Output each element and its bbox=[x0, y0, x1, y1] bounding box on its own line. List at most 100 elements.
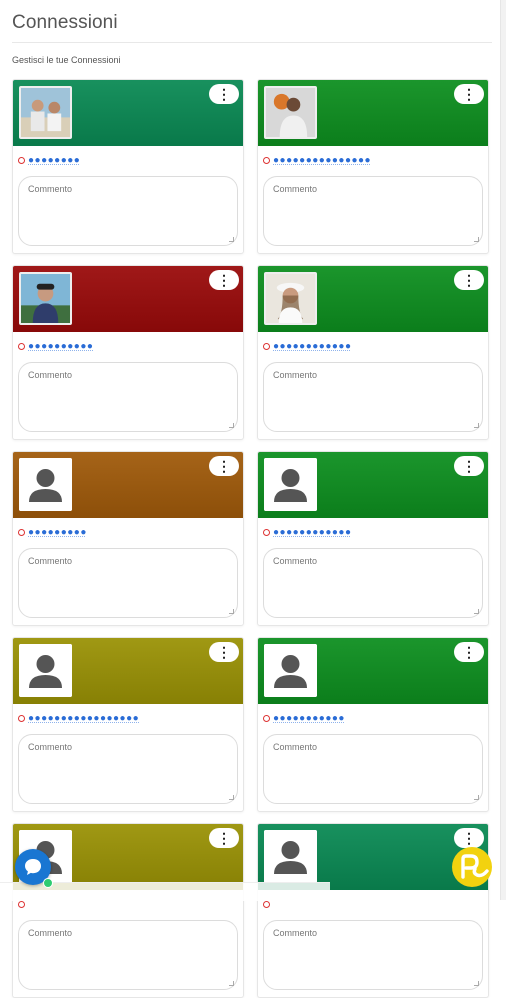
comment-field[interactable]: Commento bbox=[18, 734, 238, 804]
comment-field[interactable]: Commento bbox=[263, 548, 483, 618]
resize-handle-icon[interactable] bbox=[474, 609, 479, 614]
connection-name[interactable]: ●●●●●●●●●●●●●●● bbox=[273, 155, 371, 166]
resize-handle-icon[interactable] bbox=[474, 981, 479, 986]
status-indicator bbox=[18, 714, 25, 722]
more-vertical-icon: ⋮ bbox=[217, 830, 231, 846]
resize-handle-icon[interactable] bbox=[474, 795, 479, 800]
avatar[interactable] bbox=[19, 458, 72, 511]
connection-card: ⋮ ●●●●●●●●●●● Commento bbox=[257, 637, 489, 812]
user-silhouette-icon bbox=[264, 458, 317, 511]
name-row: ●●●●●●●●●●● bbox=[263, 712, 345, 724]
card-menu-button[interactable]: ⋮ bbox=[209, 828, 239, 848]
avatar[interactable] bbox=[264, 458, 317, 511]
avatar[interactable] bbox=[264, 272, 317, 325]
profile-photo bbox=[266, 274, 315, 323]
title-divider bbox=[12, 42, 492, 43]
connection-name[interactable]: ●●●●●●●●●●●● bbox=[273, 527, 351, 538]
page-title: Connessioni bbox=[12, 12, 118, 33]
name-row: ●●●●●●●●● bbox=[18, 526, 87, 538]
connection-name[interactable]: ●●●●●●●● bbox=[28, 155, 80, 166]
name-row: ●●●●●●●●●●●●●●●●● bbox=[18, 712, 139, 724]
comment-field[interactable]: Commento bbox=[18, 176, 238, 246]
card-banner: ⋮ bbox=[258, 638, 488, 704]
comment-field[interactable]: Commento bbox=[263, 734, 483, 804]
connection-name[interactable]: ●●●●●●●●●●●● bbox=[273, 341, 351, 352]
more-vertical-icon: ⋮ bbox=[217, 272, 231, 288]
comment-placeholder: Commento bbox=[28, 556, 73, 566]
user-silhouette-icon bbox=[19, 458, 72, 511]
connection-name[interactable]: ●●●●●●●●● bbox=[28, 527, 87, 538]
card-menu-button[interactable]: ⋮ bbox=[209, 270, 239, 290]
user-silhouette-icon bbox=[264, 830, 317, 883]
chat-bubble-icon bbox=[25, 859, 41, 875]
card-banner: ⋮ bbox=[13, 80, 243, 146]
connection-name[interactable]: ●●●●●●●●●●● bbox=[273, 713, 345, 724]
status-indicator bbox=[263, 900, 270, 908]
resize-handle-icon[interactable] bbox=[229, 795, 234, 800]
connection-card: ⋮ ●●●●●●●●●●●●●●● Commento bbox=[257, 79, 489, 254]
resize-handle-icon[interactable] bbox=[474, 237, 479, 242]
card-banner: ⋮ bbox=[13, 452, 243, 518]
avatar[interactable] bbox=[19, 86, 72, 139]
comment-placeholder: Commento bbox=[273, 556, 318, 566]
name-row: ●●●●●●●●●● bbox=[18, 340, 93, 352]
page-subtitle: Gestisci le tue Connessioni bbox=[12, 55, 121, 65]
card-menu-button[interactable]: ⋮ bbox=[209, 642, 239, 662]
comment-field[interactable]: Commento bbox=[263, 362, 483, 432]
status-indicator bbox=[263, 528, 270, 536]
name-row: ●●●●●●●●●●●● bbox=[263, 526, 351, 538]
connection-card: ⋮ ●●●●●●●●●●●● Commento bbox=[257, 451, 489, 626]
comment-field[interactable]: Commento bbox=[18, 548, 238, 618]
status-indicator bbox=[263, 156, 270, 164]
more-vertical-icon: ⋮ bbox=[462, 830, 476, 846]
card-menu-button[interactable]: ⋮ bbox=[209, 84, 239, 104]
name-row: ●●●●●●●●●●●●●●● bbox=[263, 154, 371, 166]
comment-field[interactable]: Commento bbox=[263, 176, 483, 246]
resize-handle-icon[interactable] bbox=[229, 423, 234, 428]
brand-logo-icon bbox=[461, 854, 489, 879]
comment-placeholder: Commento bbox=[273, 370, 318, 380]
resize-handle-icon[interactable] bbox=[229, 237, 234, 242]
card-menu-button[interactable]: ⋮ bbox=[454, 456, 484, 476]
connection-card: ⋮ Commento bbox=[12, 823, 244, 998]
connection-name[interactable]: ●●●●●●●●●●●●●●●●● bbox=[28, 713, 139, 724]
user-silhouette-icon bbox=[19, 644, 72, 697]
card-menu-button[interactable]: ⋮ bbox=[454, 828, 484, 848]
resize-handle-icon[interactable] bbox=[229, 981, 234, 986]
online-badge bbox=[43, 878, 53, 888]
connection-card: ⋮ ●●●●●●●●●●●● Commento bbox=[257, 265, 489, 440]
comment-field[interactable]: Commento bbox=[18, 920, 238, 990]
scrollbar[interactable] bbox=[500, 0, 506, 900]
card-menu-button[interactable]: ⋮ bbox=[209, 456, 239, 476]
avatar[interactable] bbox=[19, 272, 72, 325]
more-vertical-icon: ⋮ bbox=[462, 272, 476, 288]
comment-field[interactable]: Commento bbox=[263, 920, 483, 990]
comment-placeholder: Commento bbox=[273, 742, 318, 752]
card-menu-button[interactable]: ⋮ bbox=[454, 270, 484, 290]
avatar[interactable] bbox=[264, 830, 317, 883]
avatar[interactable] bbox=[264, 644, 317, 697]
brand-button[interactable] bbox=[452, 847, 492, 887]
card-banner: ⋮ bbox=[258, 266, 488, 332]
connections-page: Connessioni Gestisci le tue Connessioni … bbox=[0, 0, 506, 998]
profile-photo bbox=[21, 274, 70, 323]
avatar[interactable] bbox=[264, 86, 317, 139]
name-row: ●●●●●●●●●●●● bbox=[263, 340, 351, 352]
comment-placeholder: Commento bbox=[28, 928, 73, 938]
more-vertical-icon: ⋮ bbox=[462, 644, 476, 660]
profile-photo bbox=[21, 88, 70, 137]
card-menu-button[interactable]: ⋮ bbox=[454, 84, 484, 104]
status-indicator bbox=[18, 528, 25, 536]
comment-placeholder: Commento bbox=[28, 742, 73, 752]
status-indicator bbox=[263, 342, 270, 350]
card-menu-button[interactable]: ⋮ bbox=[454, 642, 484, 662]
resize-handle-icon[interactable] bbox=[229, 609, 234, 614]
connection-name[interactable]: ●●●●●●●●●● bbox=[28, 341, 93, 352]
avatar[interactable] bbox=[19, 644, 72, 697]
resize-handle-icon[interactable] bbox=[474, 423, 479, 428]
comment-field[interactable]: Commento bbox=[18, 362, 238, 432]
status-indicator bbox=[263, 714, 270, 722]
card-banner: ⋮ bbox=[13, 638, 243, 704]
more-vertical-icon: ⋮ bbox=[217, 644, 231, 660]
more-vertical-icon: ⋮ bbox=[462, 458, 476, 474]
